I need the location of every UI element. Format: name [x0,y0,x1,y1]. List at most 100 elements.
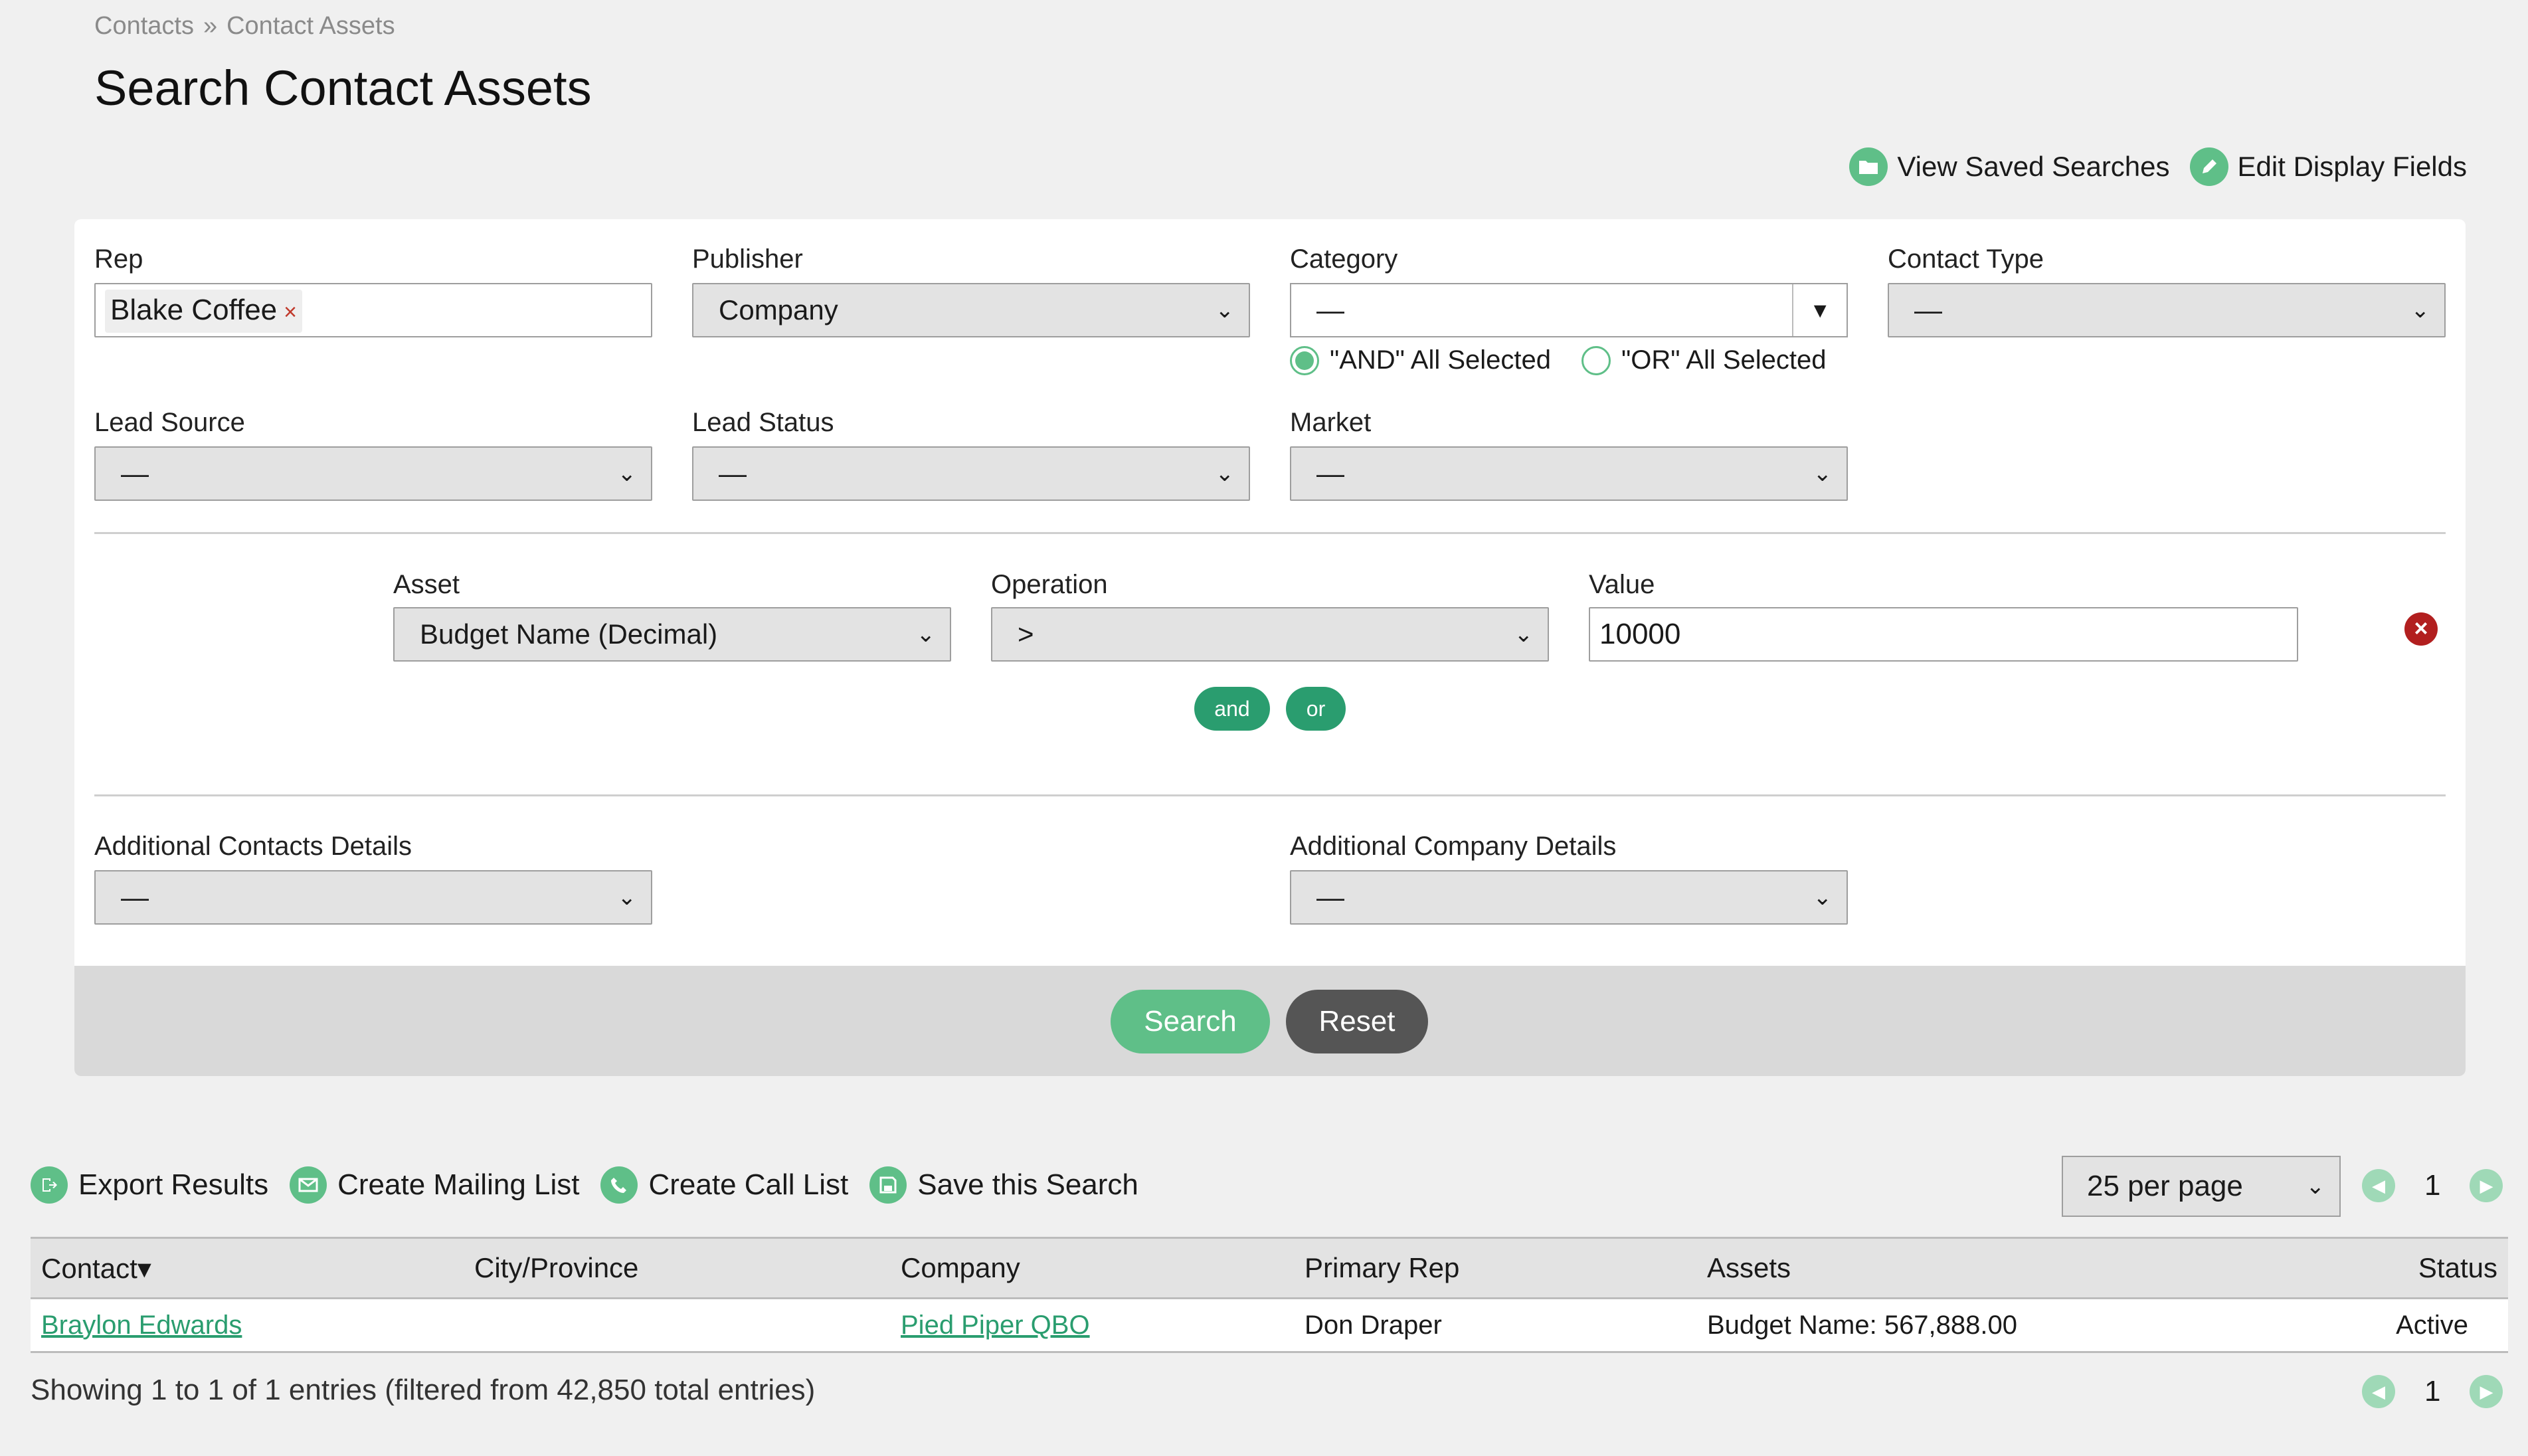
current-page[interactable]: 1 [2424,1375,2440,1408]
breadcrumb-contacts[interactable]: Contacts [94,12,194,40]
category-select[interactable]: — ▼ [1290,283,1848,337]
category-logic-radios: "AND" All Selected "OR" All Selected [1290,345,1827,375]
chevron-down-icon: ⌄ [916,622,936,647]
pagination-top: ◀ 1 ▶ [2362,1169,2503,1202]
additional-contacts-select[interactable]: — ⌄ [94,870,652,925]
create-call-list-link[interactable]: Create Call List [600,1166,848,1204]
operation-select[interactable]: > ⌄ [991,607,1549,662]
column-header-assets[interactable]: Assets [1696,1237,2382,1299]
results-actions: Export Results Create Mailing List Creat… [31,1166,1138,1204]
operation-value: > [1018,618,1034,650]
additional-company-value: — [1316,881,1344,913]
column-header-company[interactable]: Company [890,1237,1294,1299]
contact-type-label: Contact Type [1888,244,2044,274]
chevron-down-icon: ⌄ [1215,298,1235,323]
rep-label: Rep [94,244,143,274]
edit-display-fields-label: Edit Display Fields [2237,151,2467,182]
lead-source-value: — [121,458,149,489]
chevron-down-icon: ⌄ [1813,885,1833,910]
radio-or-label: "OR" All Selected [1621,345,1827,375]
breadcrumb: Contacts » Contact Assets [94,12,395,41]
folder-icon [1849,147,1888,186]
market-value: — [1316,458,1344,489]
company-link[interactable]: Pied Piper QBO [901,1311,1090,1340]
additional-contacts-value: — [121,881,149,913]
lead-status-select[interactable]: — ⌄ [692,446,1250,501]
column-header-contact-label: Contact [41,1252,137,1284]
current-page[interactable]: 1 [2424,1169,2440,1202]
breadcrumb-contact-assets[interactable]: Contact Assets [226,12,395,40]
phone-icon [600,1166,638,1204]
results-table: Contact▾ City/Province Company Primary R… [31,1237,2508,1353]
edit-display-fields-link[interactable]: Edit Display Fields [2189,147,2467,186]
publisher-select[interactable]: Company ⌄ [692,283,1250,337]
chevron-down-icon: ⌄ [617,885,637,910]
save-icon [869,1166,907,1204]
remove-rule-icon[interactable]: × [2404,612,2438,646]
chevron-down-icon: ⌄ [2305,1174,2325,1199]
search-panel-footer [74,966,2466,1076]
publisher-label: Publisher [692,244,803,274]
export-results-link[interactable]: Export Results [31,1166,268,1204]
column-header-contact[interactable]: Contact▾ [31,1237,464,1299]
caret-down-icon[interactable]: ▼ [1809,284,1831,336]
radio-and-label: "AND" All Selected [1330,345,1551,375]
chevron-down-icon: ⌄ [2410,298,2430,323]
column-header-status[interactable]: Status [2382,1237,2508,1299]
additional-contacts-label: Additional Contacts Details [94,832,412,861]
primary-rep-cell: Don Draper [1294,1298,1696,1353]
radio-or[interactable] [1581,345,1611,375]
create-call-list-label: Create Call List [648,1168,849,1201]
create-mailing-list-link[interactable]: Create Mailing List [290,1166,579,1204]
section-divider [94,532,2446,534]
additional-company-select[interactable]: — ⌄ [1290,870,1848,925]
column-header-primary-rep[interactable]: Primary Rep [1294,1237,1696,1299]
table-row: Braylon Edwards Pied Piper QBO Don Drape… [31,1298,2508,1353]
lead-source-label: Lead Source [94,408,245,437]
rep-tag-remove-icon[interactable]: × [284,300,297,325]
search-button[interactable]: Search [1111,990,1270,1053]
category-divider [1792,284,1793,336]
value-label: Value [1589,570,1655,599]
next-page-icon[interactable]: ▶ [2470,1375,2503,1408]
per-page-select[interactable]: 25 per page ⌄ [2062,1156,2341,1217]
save-this-search-link[interactable]: Save this Search [869,1166,1138,1204]
rep-tag: Blake Coffee × [105,290,302,333]
export-icon [31,1166,68,1204]
reset-button[interactable]: Reset [1286,990,1428,1053]
operation-label: Operation [991,570,1108,599]
next-page-icon[interactable]: ▶ [2470,1169,2503,1202]
city-cell [464,1298,890,1353]
pagination-bottom: ◀ 1 ▶ [2362,1375,2503,1408]
chevron-down-icon: ⌄ [617,461,637,486]
prev-page-icon[interactable]: ◀ [2362,1169,2395,1202]
lead-source-select[interactable]: — ⌄ [94,446,652,501]
breadcrumb-separator: » [203,12,218,40]
additional-company-label: Additional Company Details [1290,832,1617,861]
and-button[interactable]: and [1194,687,1270,731]
or-button[interactable]: or [1286,687,1346,731]
status-cell: Active [2382,1298,2508,1353]
view-saved-searches-link[interactable]: View Saved Searches [1849,147,2170,186]
lead-status-value: — [719,458,747,489]
asset-select[interactable]: Budget Name (Decimal) ⌄ [393,607,951,662]
radio-and[interactable] [1290,345,1319,375]
view-saved-searches-label: View Saved Searches [1897,151,2170,182]
create-mailing-list-label: Create Mailing List [337,1168,580,1201]
category-label: Category [1290,244,1398,274]
prev-page-icon[interactable]: ◀ [2362,1375,2395,1408]
chevron-down-icon: ⌄ [1514,622,1534,647]
market-select[interactable]: — ⌄ [1290,446,1848,501]
page-title: Search Contact Assets [94,60,592,116]
chevron-down-icon: ⌄ [1813,461,1833,486]
contact-link[interactable]: Braylon Edwards [41,1311,242,1340]
envelope-icon [290,1166,327,1204]
publisher-value: Company [719,294,838,325]
contact-type-select[interactable]: — ⌄ [1888,283,2446,337]
rep-tag-label: Blake Coffee [110,294,278,326]
value-input[interactable]: 10000 [1589,607,2298,662]
assets-cell: Budget Name: 567,888.00 [1696,1298,2382,1353]
rep-input[interactable]: Blake Coffee × [94,283,652,337]
column-header-city[interactable]: City/Province [464,1237,890,1299]
market-label: Market [1290,408,1372,437]
